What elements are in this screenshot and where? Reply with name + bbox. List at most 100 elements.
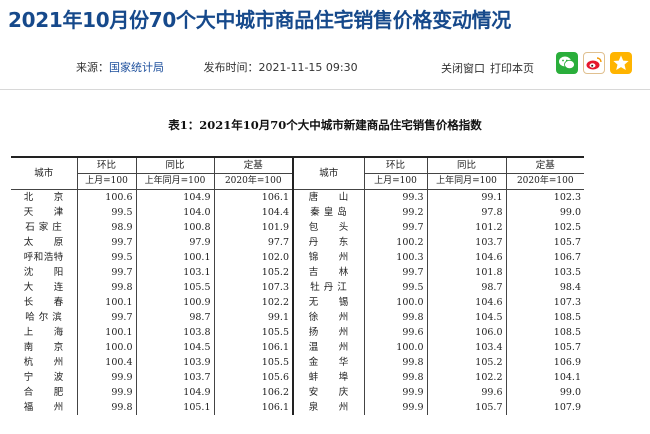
base-cell: 103.5 xyxy=(553,267,581,278)
city-cell: 杭 州 xyxy=(11,355,78,370)
mom-cell: 99.2 xyxy=(364,205,428,220)
mom-cell: 99.5 xyxy=(77,205,137,220)
header-city: 城市 xyxy=(11,157,78,190)
yoy-cell: 97.8 xyxy=(427,205,507,220)
page-actions: 关闭窗口 打印本页 xyxy=(441,60,534,76)
base-cell: 102.5 xyxy=(553,222,581,233)
city-cell: 徐 州 xyxy=(293,310,365,325)
yoy-cell: 103.1 xyxy=(136,265,215,280)
yoy-cell: 104.9 xyxy=(136,385,215,400)
header-mom-sub: 上月=100 xyxy=(77,173,137,190)
header-base-sub: 2020年=100 xyxy=(214,173,294,190)
mom-cell: 99.5 xyxy=(364,280,428,295)
divider xyxy=(0,89,650,90)
price-index-table: 城市 环比 同比 定基 城市 环比 同比 定基 上月=100 上年同月=100 … xyxy=(11,156,584,415)
base-cell: 106.2 xyxy=(214,385,294,400)
base-cell: 107.3 xyxy=(214,280,294,295)
mom-cell: 99.5 xyxy=(77,250,137,265)
city-cell: 呼和浩特 xyxy=(11,250,78,265)
yoy-cell: 100.1 xyxy=(136,250,215,265)
city-cell: 唐 山 xyxy=(293,189,365,205)
table-row: 呼和浩特 99.5 100.1 102.0 锦 州 100.3 104.6 106.7 xyxy=(11,250,584,265)
published-time: 2021-11-15 09:30 xyxy=(258,61,358,74)
yoy-cell: 104.5 xyxy=(427,310,507,325)
header-base: 定基 xyxy=(214,157,294,174)
table-row: 沈 阳 99.7 103.1 105.2 吉 林 99.7 101.8 103.5 xyxy=(11,265,584,280)
source-link[interactable]: 国家统计局 xyxy=(109,61,164,74)
city-cell: 扬 州 xyxy=(293,325,365,340)
mom-cell: 100.3 xyxy=(364,250,428,265)
table-row: 杭 州 100.4 103.9 105.5 金 华 99.8 105.2 106.9 xyxy=(11,355,584,370)
print-page-link[interactable]: 打印本页 xyxy=(490,62,534,75)
yoy-cell: 103.4 xyxy=(427,340,507,355)
table-row: 哈 尔 滨 99.7 98.7 99.1 徐 州 99.8 104.5 108.5 xyxy=(11,310,584,325)
published-label: 发布时间： xyxy=(203,61,259,74)
header-yoy: 同比 xyxy=(427,157,507,174)
table-row: 大 连 99.8 105.5 107.3 牡 丹 江 99.5 98.7 98.4 xyxy=(11,280,584,295)
yoy-cell: 104.6 xyxy=(427,295,507,310)
base-cell: 105.5 xyxy=(214,325,294,340)
header-yoy: 同比 xyxy=(136,157,215,174)
yoy-cell: 106.0 xyxy=(427,325,507,340)
mom-cell: 98.9 xyxy=(77,220,137,235)
header-mom: 环比 xyxy=(77,157,137,174)
city-cell: 秦 皇 岛 xyxy=(293,205,365,220)
mom-cell: 100.6 xyxy=(77,189,137,205)
yoy-cell: 100.9 xyxy=(136,295,215,310)
weibo-icon[interactable] xyxy=(583,52,605,74)
yoy-cell: 105.5 xyxy=(136,280,215,295)
mom-cell: 99.8 xyxy=(364,355,428,370)
table-row: 上 海 100.1 103.8 105.5 扬 州 99.6 106.0 108.5 xyxy=(11,325,584,340)
base-cell: 102.2 xyxy=(214,295,294,310)
yoy-cell: 103.8 xyxy=(136,325,215,340)
base-cell: 106.1 xyxy=(214,400,294,415)
yoy-cell: 100.8 xyxy=(136,220,215,235)
mom-cell: 99.8 xyxy=(364,310,428,325)
base-cell: 105.2 xyxy=(214,265,294,280)
base-cell: 105.7 xyxy=(553,237,581,248)
mom-cell: 99.7 xyxy=(77,310,137,325)
mom-cell: 99.9 xyxy=(77,370,137,385)
base-cell: 105.5 xyxy=(214,355,294,370)
city-cell: 天 津 xyxy=(11,205,78,220)
table-row: 宁 波 99.9 103.7 105.6 蚌 埠 99.8 102.2 104.1 xyxy=(11,370,584,385)
yoy-cell: 98.7 xyxy=(136,310,215,325)
city-cell: 泉 州 xyxy=(293,400,365,415)
city-cell: 丹 东 xyxy=(293,235,365,250)
base-cell: 106.7 xyxy=(553,252,581,263)
base-cell: 101.9 xyxy=(214,220,294,235)
table-row: 北 京 100.6 104.9 106.1 唐 山 99.3 99.1 102.3 xyxy=(11,189,584,205)
mom-cell: 99.6 xyxy=(364,325,428,340)
article-meta: 来源：国家统计局 发布时间：2021-11-15 09:30 xyxy=(76,59,358,75)
base-cell: 102.3 xyxy=(553,192,581,203)
city-cell: 长 春 xyxy=(11,295,78,310)
yoy-cell: 101.8 xyxy=(427,265,507,280)
base-cell: 97.7 xyxy=(214,235,294,250)
city-cell: 吉 林 xyxy=(293,265,365,280)
yoy-cell: 98.7 xyxy=(427,280,507,295)
mom-cell: 99.8 xyxy=(364,370,428,385)
yoy-cell: 104.5 xyxy=(136,340,215,355)
city-cell: 温 州 xyxy=(293,340,365,355)
mom-cell: 99.9 xyxy=(77,385,137,400)
city-cell: 石 家 庄 xyxy=(11,220,78,235)
base-cell: 99.0 xyxy=(559,207,581,218)
city-cell: 金 华 xyxy=(293,355,365,370)
mom-cell: 100.2 xyxy=(364,235,428,250)
city-cell: 沈 阳 xyxy=(11,265,78,280)
yoy-cell: 105.2 xyxy=(427,355,507,370)
close-window-link[interactable]: 关闭窗口 xyxy=(441,62,485,75)
mom-cell: 100.1 xyxy=(77,295,137,310)
wechat-icon[interactable] xyxy=(556,52,578,74)
city-cell: 无 锡 xyxy=(293,295,365,310)
mom-cell: 100.4 xyxy=(77,355,137,370)
yoy-cell: 104.9 xyxy=(136,189,215,205)
base-cell: 108.5 xyxy=(553,312,581,323)
table-row: 天 津 99.5 104.0 104.4 秦 皇 岛 99.2 97.8 99.0 xyxy=(11,205,584,220)
table-row: 福 州 99.8 105.1 106.1 泉 州 99.9 105.7 107.9 xyxy=(11,400,584,415)
header-mom: 环比 xyxy=(364,157,428,174)
yoy-cell: 97.9 xyxy=(136,235,215,250)
header-yoy-sub: 上年同月=100 xyxy=(136,173,215,190)
table-row: 石 家 庄 98.9 100.8 101.9 包 头 99.7 101.2 102.5 xyxy=(11,220,584,235)
star-icon[interactable] xyxy=(610,52,632,74)
